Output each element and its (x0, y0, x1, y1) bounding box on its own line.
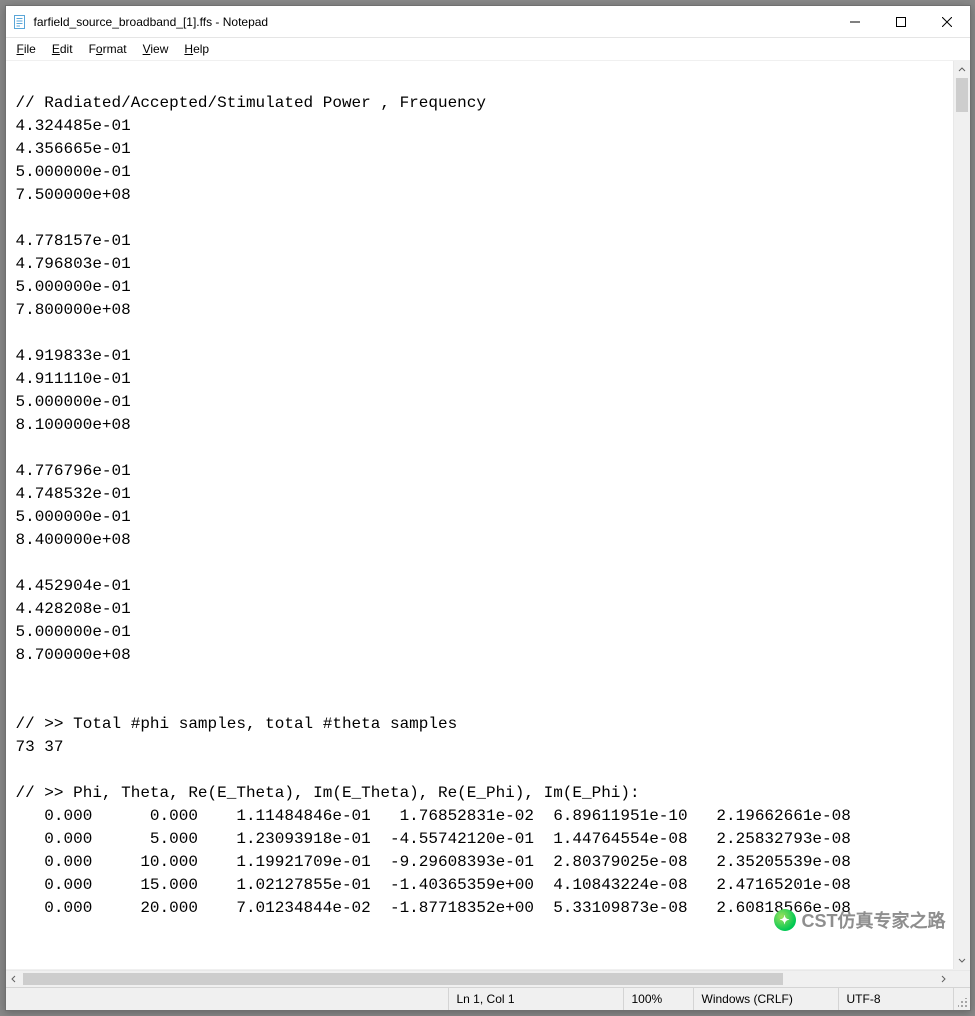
menu-file-rest: ile (24, 42, 36, 56)
menu-edit-rest: dit (60, 42, 73, 56)
resize-grip-icon[interactable] (953, 988, 970, 1010)
menu-file[interactable]: File (10, 40, 43, 58)
menu-view-rest: iew (150, 42, 168, 56)
horizontal-scroll-track[interactable] (23, 971, 936, 987)
notepad-window: farfield_source_broadband_[1].ffs - Note… (5, 5, 971, 1011)
menu-help[interactable]: Help (177, 40, 216, 58)
maximize-button[interactable] (878, 6, 924, 37)
menu-format[interactable]: Format (82, 40, 134, 58)
vertical-scroll-thumb[interactable] (956, 78, 968, 112)
horizontal-scrollbar[interactable] (6, 970, 970, 987)
status-encoding: UTF-8 (838, 988, 953, 1010)
notepad-app-icon (12, 14, 28, 30)
scroll-left-arrow-icon[interactable] (6, 971, 23, 987)
menu-help-rest: elp (193, 42, 209, 56)
status-position: Ln 1, Col 1 (448, 988, 623, 1010)
status-bar: Ln 1, Col 1 100% Windows (CRLF) UTF-8 (6, 987, 970, 1010)
title-bar: farfield_source_broadband_[1].ffs - Note… (6, 6, 970, 38)
menu-view[interactable]: View (136, 40, 176, 58)
horizontal-scroll-thumb[interactable] (23, 973, 783, 985)
menu-bar: File Edit Format View Help (6, 38, 970, 60)
menu-format-rest: rmat (103, 42, 127, 56)
scroll-up-arrow-icon[interactable] (954, 61, 970, 78)
status-spacer (6, 988, 448, 1010)
close-button[interactable] (924, 6, 970, 37)
editor-area: // Radiated/Accepted/Stimulated Power , … (6, 60, 970, 970)
status-line-endings: Windows (CRLF) (693, 988, 838, 1010)
scroll-right-arrow-icon[interactable] (936, 971, 953, 987)
vertical-scrollbar[interactable] (953, 61, 970, 969)
vertical-scroll-track[interactable] (954, 78, 970, 952)
window-controls (832, 6, 970, 37)
scroll-corner (953, 971, 970, 987)
menu-edit[interactable]: Edit (45, 40, 80, 58)
status-zoom: 100% (623, 988, 693, 1010)
minimize-button[interactable] (832, 6, 878, 37)
scroll-down-arrow-icon[interactable] (954, 952, 970, 969)
text-editor[interactable]: // Radiated/Accepted/Stimulated Power , … (6, 61, 953, 969)
window-title: farfield_source_broadband_[1].ffs - Note… (34, 15, 832, 29)
